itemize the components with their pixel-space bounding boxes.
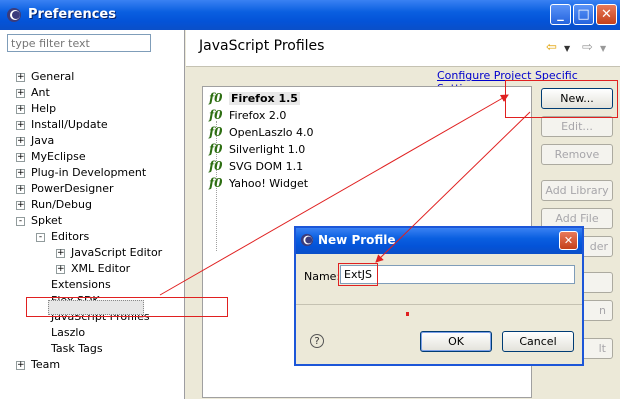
close-button[interactable]: ✕ — [596, 4, 617, 25]
expand-icon[interactable]: + — [16, 137, 25, 146]
profile-label: OpenLaszlo 4.0 — [229, 126, 314, 139]
tree-item-editors[interactable]: Editors — [51, 229, 89, 245]
maximize-button[interactable]: □ — [573, 4, 594, 25]
dialog-close-button[interactable]: ✕ — [559, 231, 578, 250]
profile-label: SVG DOM 1.1 — [229, 160, 304, 173]
eclipse-icon — [300, 233, 314, 247]
javascript-profile-icon: f0 — [209, 142, 223, 156]
collapse-icon[interactable]: - — [36, 233, 45, 242]
profile-label: Firefox 1.5 — [229, 92, 300, 105]
ok-button[interactable]: OK — [420, 331, 492, 352]
help-icon[interactable]: ? — [310, 334, 324, 348]
tree-item-extensions[interactable]: Extensions — [51, 277, 111, 293]
eclipse-icon — [7, 8, 21, 22]
cancel-button[interactable]: Cancel — [502, 331, 574, 352]
back-dropdown-icon[interactable]: ▼ — [564, 44, 570, 53]
profile-label: Firefox 2.0 — [229, 109, 287, 122]
tree-item-plug-in-development[interactable]: Plug-in Development — [31, 165, 146, 181]
tree-item-team[interactable]: Team — [31, 357, 60, 373]
profile-label: Yahoo! Widget — [229, 177, 309, 190]
tree-item-general[interactable]: General — [31, 69, 74, 85]
tree-item-java[interactable]: Java — [31, 133, 54, 149]
expand-icon[interactable]: + — [16, 105, 25, 114]
annotation-tree-selection-box — [26, 297, 228, 317]
page-title: JavaScript Profiles — [199, 38, 325, 54]
javascript-profile-icon: f0 — [209, 91, 223, 105]
window-title: Preferences — [28, 7, 116, 22]
back-arrow-icon[interactable]: ⇦ — [546, 40, 557, 55]
preferences-tree-pane: + General + Ant + Help + Install/Update + Java + My… — [0, 30, 185, 399]
expand-icon[interactable]: + — [16, 89, 25, 98]
collapse-icon[interactable]: - — [16, 217, 25, 226]
tree-item-run-debug[interactable]: Run/Debug — [31, 197, 92, 213]
minimize-button[interactable]: _ — [550, 4, 571, 25]
tree-item-myeclipse[interactable]: MyEclipse — [31, 149, 86, 165]
filter-input[interactable] — [7, 34, 151, 52]
window-titlebar: Preferences _ □ ✕ — [0, 0, 620, 30]
profile-item[interactable]: f0 SVG DOM 1.1 — [209, 158, 303, 175]
profile-item[interactable]: f0 Firefox 2.0 — [209, 107, 286, 124]
expand-icon[interactable]: + — [16, 185, 25, 194]
edit-button[interactable]: Edit... — [541, 116, 613, 137]
name-label: Name: — [304, 270, 341, 283]
tree-item-javascript-editor[interactable]: JavaScript Editor — [71, 245, 162, 261]
tree-item-powerdesigner[interactable]: PowerDesigner — [31, 181, 114, 197]
tree-item-task-tags[interactable]: Task Tags — [51, 341, 103, 357]
tree-item-spket[interactable]: Spket — [31, 213, 62, 229]
annotation-mark — [406, 312, 409, 316]
profile-item[interactable]: f0 Yahoo! Widget — [209, 175, 308, 192]
annotation-new-button-box — [505, 80, 618, 118]
expand-icon[interactable]: + — [16, 201, 25, 210]
dialog-separator — [296, 304, 582, 305]
javascript-profile-icon: f0 — [209, 108, 223, 122]
javascript-profile-icon: f0 — [209, 159, 223, 173]
tree-item-ant[interactable]: Ant — [31, 85, 50, 101]
dialog-title: New Profile — [318, 233, 396, 247]
remove-button[interactable]: Remove — [541, 144, 613, 165]
expand-icon[interactable]: + — [56, 265, 65, 274]
annotation-name-box — [338, 263, 378, 286]
tree-item-xml-editor[interactable]: XML Editor — [71, 261, 130, 277]
javascript-profile-icon: f0 — [209, 176, 223, 190]
expand-icon[interactable]: + — [16, 153, 25, 162]
expand-icon[interactable]: + — [16, 73, 25, 82]
new-profile-dialog: New Profile ✕ Name: ? OK Cancel — [294, 226, 584, 366]
javascript-profile-icon: f0 — [209, 125, 223, 139]
expand-icon[interactable]: + — [16, 169, 25, 178]
forward-arrow-icon[interactable]: ⇨ — [582, 40, 593, 55]
expand-icon[interactable]: + — [56, 249, 65, 258]
dialog-titlebar: New Profile ✕ — [296, 228, 582, 254]
tree-item-laszlo[interactable]: Laszlo — [51, 325, 85, 341]
profile-item[interactable]: f0 OpenLaszlo 4.0 — [209, 124, 314, 141]
add-library-button[interactable]: Add Library — [541, 180, 613, 201]
profile-item[interactable]: f0 Silverlight 1.0 — [209, 141, 305, 158]
expand-icon[interactable]: + — [16, 361, 25, 370]
page-header: JavaScript Profiles ⇦ ▼ ⇨ ▼ — [186, 30, 620, 67]
profile-item[interactable]: f0 Firefox 1.5 — [209, 90, 300, 107]
tree-item-help[interactable]: Help — [31, 101, 56, 117]
profile-label: Silverlight 1.0 — [229, 143, 306, 156]
forward-dropdown-icon[interactable]: ▼ — [600, 44, 606, 53]
expand-icon[interactable]: + — [16, 121, 25, 130]
tree-item-install-update[interactable]: Install/Update — [31, 117, 108, 133]
